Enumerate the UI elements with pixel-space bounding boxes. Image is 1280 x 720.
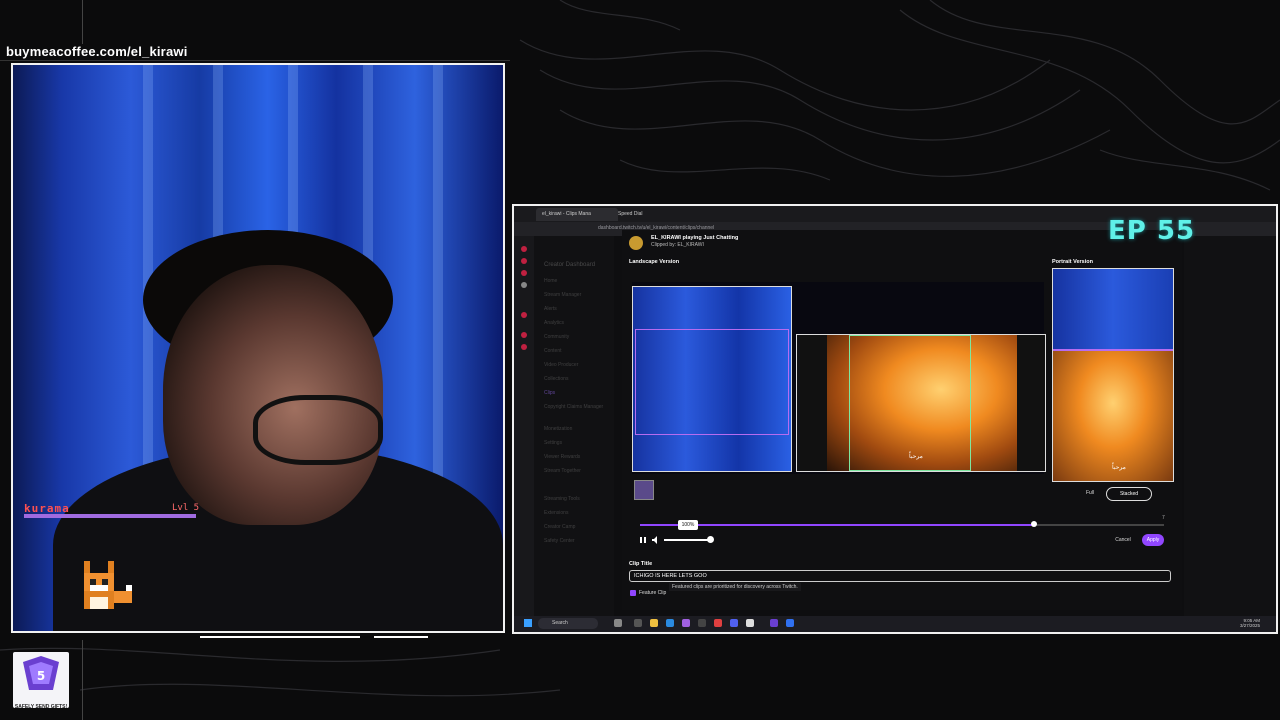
safely-send-gifts-logo: 5 [13,652,69,708]
nav-item[interactable]: Alerts [544,306,557,312]
full-layout-button[interactable]: Full [1076,487,1104,499]
glasses [253,395,383,465]
nav-item[interactable]: Copyright Claims Manager [544,404,603,410]
divider [82,640,83,720]
tab-clips-manager[interactable]: el_kirawi - Clips Mana [536,208,618,221]
nav-item[interactable]: Monetization [544,426,572,432]
nav-item[interactable]: Community [544,334,569,340]
nav-item[interactable]: Analytics [544,320,564,326]
sidebar-app-icon[interactable] [521,270,527,276]
svg-text:5: 5 [37,669,45,683]
portrait-camera [1053,269,1173,349]
sidebar-app-icon[interactable] [521,246,527,252]
taskbar-app-icon[interactable] [666,619,674,627]
screen-capture: el_kirawi - Clips Mana Speed Dial dashbo… [512,204,1278,634]
feature-tooltip: Featured clips are prioritized for disco… [669,583,801,591]
fox-pet-icon [84,561,132,609]
volume-tooltip: 100% [678,520,698,530]
apply-button[interactable]: Apply [1142,534,1164,546]
timeline-handle[interactable] [1031,521,1037,527]
feature-clip-checkbox[interactable] [630,590,636,596]
nav-item[interactable]: Home [544,278,557,284]
timeline-progress [640,524,1033,526]
nav-item[interactable]: Video Producer [544,362,578,368]
nav-item[interactable]: Safety Center [544,538,575,544]
divider [374,636,428,638]
clip-title-input[interactable] [629,570,1171,582]
clipped-by: Clipped by: EL_KIRAWI [651,242,704,248]
portrait-label: Portrait Version [1052,259,1093,265]
nav-item[interactable]: Extensions [544,510,568,516]
taskbar-app-icon[interactable] [730,619,738,627]
sidebar-app-icon[interactable] [521,312,527,318]
nav-item[interactable]: Viewer Rewards [544,454,580,460]
taskbar-app-icon[interactable] [682,619,690,627]
pet-level: Lvl 5 [172,503,200,513]
divider [82,0,83,44]
taskbar-app-icon[interactable] [650,619,658,627]
coffee-link: buymeacoffee.com/el_kirawi [6,44,188,59]
volume-slider[interactable] [664,539,710,541]
taskbar-app-icon[interactable] [786,619,794,627]
stacked-layout-button[interactable]: Stacked [1106,487,1152,501]
camera-crop-region[interactable] [632,286,792,472]
gifts-badge-text: SAFELY SEND GIFTS! [14,704,68,710]
sidebar-app-icon[interactable] [521,258,527,264]
taskbar-app-icon[interactable] [746,619,754,627]
windows-taskbar [514,616,1276,632]
taskbar-app-icon[interactable] [714,619,722,627]
clip-title-label: Clip Title [629,561,653,567]
taskbar-clock: 9:05 AM 3/27/2025 [1226,618,1260,628]
volume-knob[interactable] [707,536,714,543]
feature-clip-label: Feature Clip [639,590,667,596]
game-crop-region[interactable] [796,334,1046,472]
volume-icon[interactable] [652,536,660,544]
channel-avatar [629,236,643,250]
browser-sidebar [514,236,534,616]
tab-speed-dial[interactable]: Speed Dial [612,208,680,221]
nav-item[interactable]: Creator Camp [544,524,575,530]
pause-icon[interactable] [639,536,647,544]
taskbar-app-icon[interactable] [770,619,778,627]
clip-header-title: EL_KIRAWI playing Just Chatting [651,235,739,241]
nav-item[interactable]: Streaming Tools [544,496,580,502]
sidebar-app-icon[interactable] [521,332,527,338]
person-face [163,265,383,525]
taskbar-search[interactable]: Search [538,618,598,629]
portrait-preview [1052,268,1174,482]
nav-item[interactable]: Content [544,348,562,354]
nav-item[interactable]: Settings [544,440,562,446]
sidebar-app-icon[interactable] [521,282,527,288]
portrait-subtitle: مرحباً [1112,465,1126,471]
divider [0,60,510,61]
episode-badge: EP 55 [1108,216,1196,246]
nav-item-clips[interactable]: Clips [544,390,555,396]
sidebar-app-icon[interactable] [521,344,527,350]
nav-item[interactable]: Collections [544,376,568,382]
timeline-time: 7 [1162,515,1165,521]
taskbar-app-icon[interactable] [634,619,642,627]
nav-item[interactable]: Stream Together [544,468,581,474]
taskbar-app-icon[interactable] [698,619,706,627]
dimmed-content [1184,236,1276,616]
nav-item[interactable]: Stream Manager [544,292,581,298]
overlay-thumbnail[interactable] [634,480,654,500]
webcam-feed [11,63,505,633]
portrait-game [1053,351,1173,481]
pet-health-fill [24,514,196,518]
pet-health-bar [24,514,196,518]
cancel-button[interactable]: Cancel [1109,534,1137,546]
clock-date: 3/27/2025 [1239,623,1260,628]
divider [200,636,360,638]
landscape-label: Landscape Version [629,259,680,265]
taskbar-app-icon[interactable] [614,619,622,627]
game-subtitle: مرحباً [909,454,923,460]
creator-dashboard-sidebar: Creator Dashboard Home Stream Manager Al… [534,236,614,616]
camera-crop-selection[interactable] [635,329,789,435]
windows-start-icon[interactable] [524,619,532,627]
dashboard-title: Creator Dashboard [544,262,596,268]
clip-timeline[interactable] [640,524,1164,526]
game-crop-selection[interactable] [849,335,971,471]
